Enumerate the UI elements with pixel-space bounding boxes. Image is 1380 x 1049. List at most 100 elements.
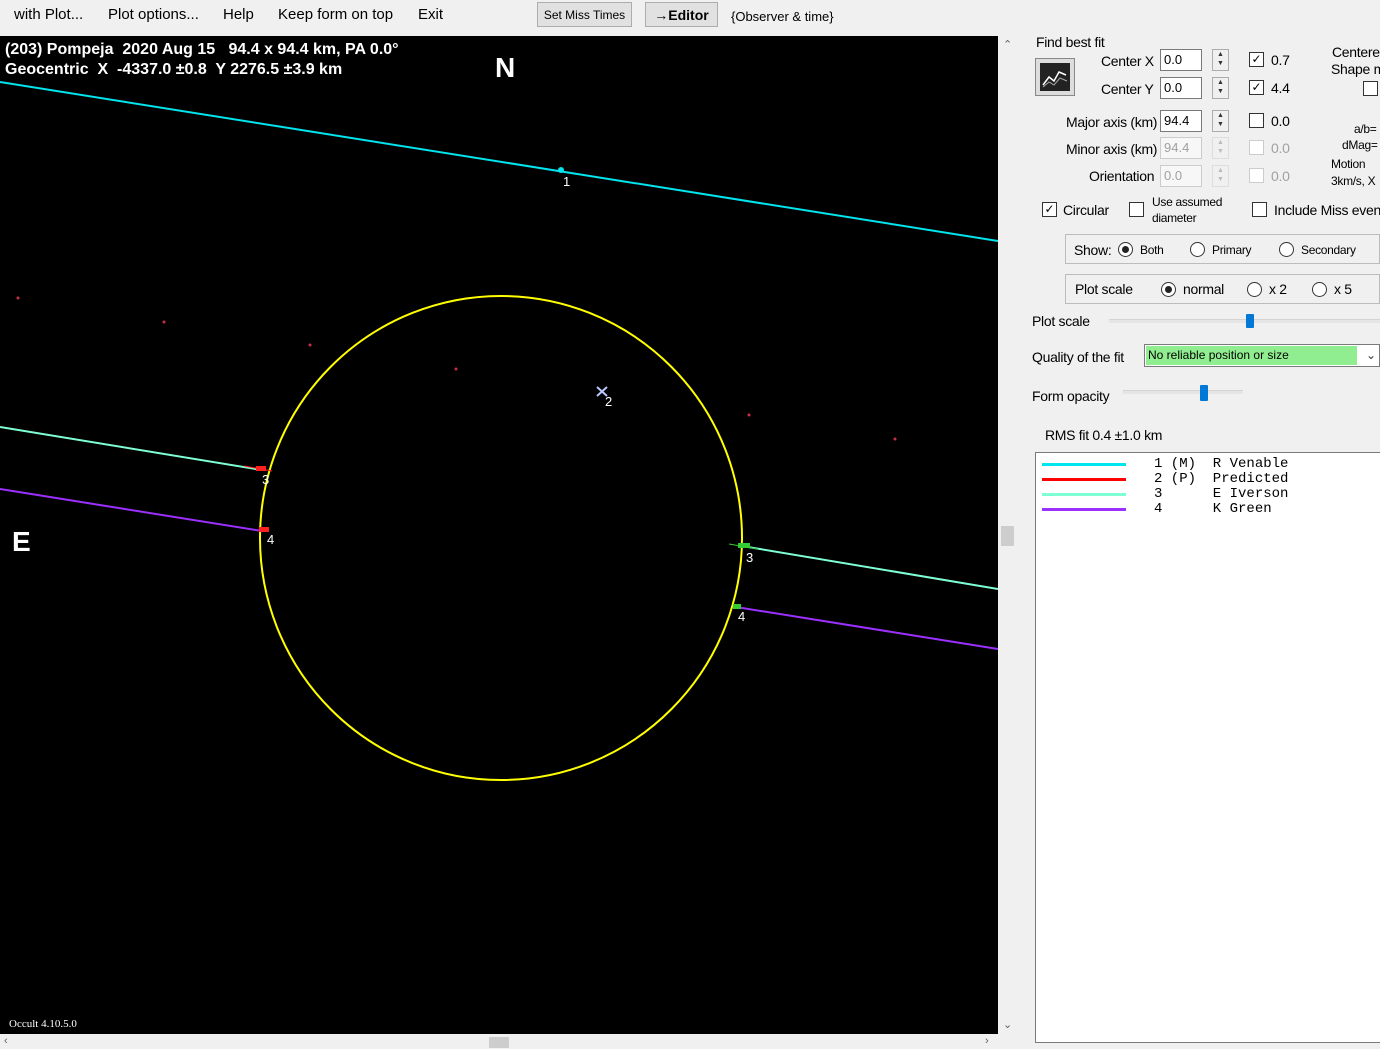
center-x-spinner[interactable]: ▲ ▼ (1212, 49, 1229, 71)
quality-value: No reliable position or size (1146, 346, 1357, 365)
plot-scale-slider[interactable] (1109, 319, 1380, 323)
set-miss-times-button[interactable]: Set Miss Times (537, 2, 632, 27)
scale-normal-radio[interactable] (1161, 282, 1176, 297)
editor-button[interactable]: →Editor (645, 2, 718, 27)
major-axis-spinner[interactable]: ▲ ▼ (1212, 110, 1229, 132)
star-dot (16, 296, 20, 300)
quality-dropdown[interactable]: No reliable position or size ⌄ (1144, 344, 1380, 367)
form-opacity-slider[interactable] (1123, 390, 1243, 394)
star-dot (747, 413, 751, 417)
menu-bar: with Plot... Plot options... Help Keep f… (0, 0, 1380, 32)
plot-scale-group: Plot scale normal x 2 x 5 (1065, 274, 1380, 304)
show-secondary-radio[interactable] (1279, 242, 1294, 257)
form-opacity-slider-thumb[interactable] (1200, 385, 1208, 401)
major-axis-label: Major axis (km) (1066, 114, 1158, 130)
show-group: Show: Both Primary Secondary (1065, 234, 1380, 264)
check-value-1: 0.7 (1271, 52, 1290, 68)
scroll-up-icon[interactable]: ⌃ (1003, 38, 1012, 51)
asteroid-profile-ellipse (259, 295, 743, 781)
scale-x2-radio[interactable] (1247, 282, 1262, 297)
show-primary-radio[interactable] (1190, 242, 1205, 257)
legend-text-2: 2 (P) Predicted (1154, 471, 1289, 487)
chord-label-3-west: 3 (746, 550, 753, 565)
show-label: Show: (1074, 242, 1112, 258)
center-y-spinner[interactable]: ▲ ▼ (1212, 77, 1229, 99)
star-dot (162, 320, 166, 324)
chord-label-3-east: 3 (262, 472, 269, 487)
occultation-plot[interactable]: 1 2 3 4 3 4 (203) Pompeja 2020 Aug 15 94… (0, 36, 998, 1034)
scroll-down-icon[interactable]: ⌄ (1003, 1018, 1012, 1031)
north-label: N (495, 52, 516, 83)
orientation-spinner[interactable]: ▲ ▼ (1212, 165, 1229, 187)
observer-time-menu[interactable]: {Observer & time} (731, 9, 834, 24)
circular-checkbox[interactable]: ✓ (1042, 202, 1057, 217)
center-x-label: Center X (1101, 53, 1154, 69)
fit-control-panel: Find best fit Center X 0.0 ▲ ▼ Center Y 0… (1017, 30, 1380, 1049)
dmag-label: dMag= (1342, 138, 1378, 152)
orientation-input[interactable]: 0.0 (1160, 165, 1202, 187)
center-y-checkbox[interactable]: ✓ (1249, 80, 1264, 95)
chord-label-4-west: 4 (738, 609, 745, 624)
use-assumed-label: Use assumed (1152, 195, 1223, 209)
menu-plot-options[interactable]: Plot options... (108, 6, 199, 23)
find-best-fit-button[interactable] (1035, 58, 1075, 96)
vertical-scroll-thumb[interactable] (1001, 526, 1014, 546)
orientation-checkbox[interactable] (1249, 168, 1264, 183)
legend-text-4: 4 K Green (1154, 501, 1272, 517)
motion-label: Motion (1331, 157, 1366, 171)
shape-checkbox[interactable] (1363, 81, 1378, 96)
minor-axis-checkbox[interactable] (1249, 140, 1264, 155)
scale-x5-radio[interactable] (1312, 282, 1327, 297)
menu-keep-on-top[interactable]: Keep form on top (278, 6, 393, 23)
menu-with-plot[interactable]: with Plot... (14, 6, 83, 23)
center-y-input[interactable]: 0.0 (1160, 77, 1202, 99)
chord-3-line-west (741, 545, 998, 590)
major-axis-input[interactable]: 94.4 (1160, 110, 1202, 132)
chevron-down-icon[interactable]: ⌄ (1366, 348, 1376, 362)
legend-line-4 (1042, 508, 1126, 511)
show-both-radio[interactable] (1118, 242, 1133, 257)
plot-scale-slider-thumb[interactable] (1246, 314, 1254, 328)
center-x-input[interactable]: 0.0 (1160, 49, 1202, 71)
menu-exit[interactable]: Exit (418, 6, 443, 23)
rms-fit-label: RMS fit 0.4 ±1.0 km (1045, 427, 1163, 443)
east-label: E (12, 526, 31, 557)
plot-horizontal-scrollbar[interactable]: ‹ › (0, 1035, 998, 1049)
major-axis-checkbox[interactable] (1249, 113, 1264, 128)
chord-label-1: 1 (563, 174, 570, 189)
center-x-checkbox[interactable]: ✓ (1249, 52, 1264, 67)
legend-row-1: 1 (M) R Venable (1042, 457, 1372, 472)
check-value-5: 0.0 (1271, 168, 1290, 184)
chord-3-line-east (0, 426, 263, 471)
chord-label-4-east: 4 (267, 532, 274, 547)
legend-line-3 (1042, 493, 1126, 496)
include-miss-checkbox[interactable] (1252, 202, 1267, 217)
legend-text-3: 3 E Iverson (1154, 486, 1289, 502)
star-dot (454, 367, 458, 371)
shape-label: Shape m (1331, 61, 1380, 77)
plot-vertical-scrollbar[interactable]: ⌃ ⌄ (999, 36, 1016, 1034)
minor-axis-input[interactable]: 94.4 (1160, 137, 1202, 159)
fit-chart-icon (1040, 63, 1070, 91)
plot-scale-group-label: Plot scale (1075, 281, 1133, 297)
version-label: Occult 4.10.5.0 (9, 1018, 77, 1030)
observer-legend: 1 (M) R Venable 2 (P) Predicted 3 E Iver… (1035, 452, 1380, 1043)
menu-help[interactable]: Help (223, 6, 254, 23)
legend-row-4: 4 K Green (1042, 502, 1372, 517)
use-assumed-diameter-checkbox[interactable] (1129, 202, 1144, 217)
show-primary-label: Primary (1212, 243, 1252, 257)
scroll-right-icon[interactable]: › (985, 1035, 989, 1047)
chord-1-line (0, 81, 998, 242)
chord-label-2: 2 (605, 394, 612, 409)
find-best-fit-label: Find best fit (1036, 34, 1105, 50)
centered-label: Centere (1332, 44, 1380, 60)
orientation-label: Orientation (1089, 168, 1155, 184)
horizontal-scroll-thumb[interactable] (489, 1037, 509, 1048)
scale-x5-label: x 5 (1334, 281, 1352, 297)
star-dot (893, 437, 897, 441)
include-miss-label: Include Miss even (1274, 202, 1380, 218)
legend-row-2: 2 (P) Predicted (1042, 472, 1372, 487)
scroll-left-icon[interactable]: ‹ (4, 1035, 8, 1047)
minor-axis-spinner[interactable]: ▲ ▼ (1212, 137, 1229, 159)
chord-1-point (558, 167, 564, 173)
